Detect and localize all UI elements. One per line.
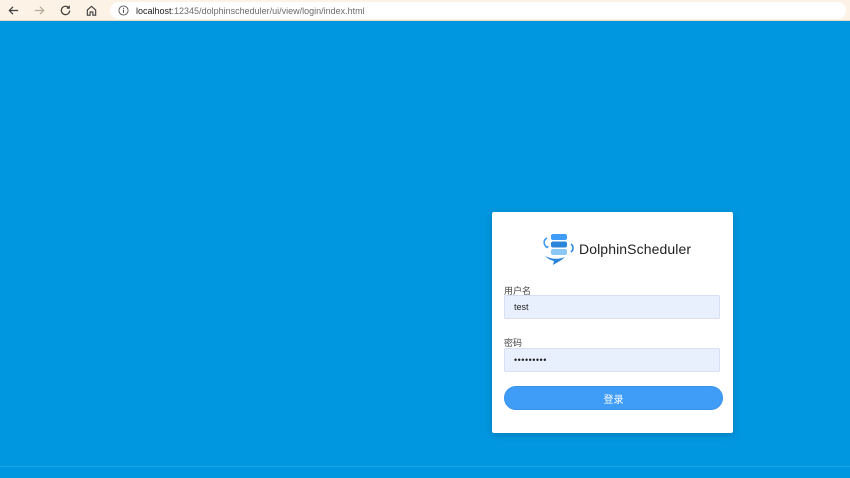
dolphinscheduler-logo-icon bbox=[543, 234, 574, 265]
brand-name: DolphinScheduler bbox=[579, 241, 692, 257]
login-button[interactable]: 登录 bbox=[504, 386, 723, 410]
login-card: DolphinScheduler 用户名 test 密码 ••••••••• 登… bbox=[492, 212, 733, 433]
home-button[interactable] bbox=[78, 0, 104, 21]
brand: DolphinScheduler bbox=[541, 232, 691, 266]
username-input[interactable]: test bbox=[504, 295, 720, 319]
reload-icon bbox=[60, 5, 70, 15]
username-value: test bbox=[514, 302, 529, 312]
home-icon bbox=[86, 5, 96, 16]
info-icon[interactable] bbox=[118, 5, 129, 16]
page-divider bbox=[0, 466, 850, 467]
login-button-label: 登录 bbox=[603, 394, 624, 406]
back-button[interactable] bbox=[0, 0, 26, 21]
browser-toolbar: localhost:12345/dolphinscheduler/ui/view… bbox=[0, 0, 850, 21]
password-value: ••••••••• bbox=[514, 355, 547, 365]
address-bar[interactable]: localhost:12345/dolphinscheduler/ui/view… bbox=[110, 2, 846, 19]
url-path: :12345/dolphinscheduler/ui/view/login/in… bbox=[171, 5, 365, 16]
arrow-left-icon bbox=[7, 5, 18, 15]
forward-button[interactable] bbox=[26, 0, 52, 21]
arrow-right-icon bbox=[34, 5, 45, 15]
url-host: localhost bbox=[136, 5, 172, 16]
password-input[interactable]: ••••••••• bbox=[504, 348, 720, 372]
reload-button[interactable] bbox=[52, 0, 78, 21]
